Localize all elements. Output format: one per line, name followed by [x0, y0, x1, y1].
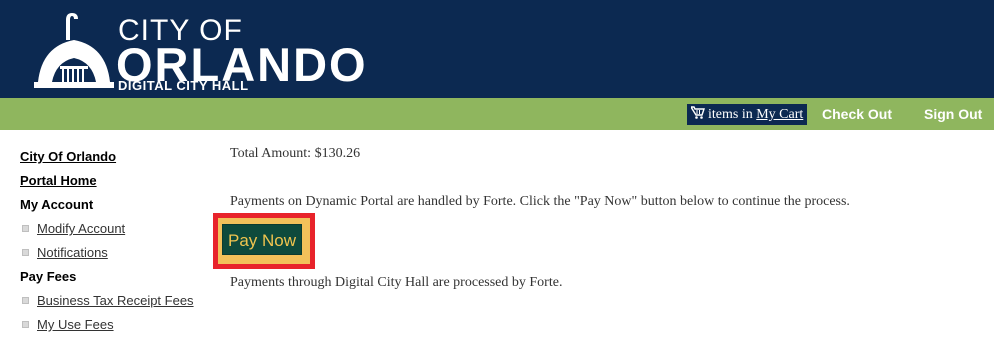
pay-now-button-border: Pay Now — [218, 218, 310, 264]
site-header: CITY OF ORLANDO DIGITAL CITY HALL — [0, 0, 994, 98]
sidebar-item-notifications[interactable]: Notifications — [20, 244, 210, 268]
logo-text-digital-city-hall: DIGITAL CITY HALL — [118, 78, 249, 93]
bullet-icon — [22, 297, 29, 304]
cart-label: items in — [708, 107, 753, 122]
total-amount: Total Amount: $130.26 — [230, 146, 361, 161]
sidebar-heading-my-account: My Account — [20, 197, 94, 212]
sidebar-heading-pay-fees: Pay Fees — [20, 269, 77, 284]
city-logo[interactable]: CITY OF ORLANDO DIGITAL CITY HALL — [26, 10, 366, 95]
sidebar-item-modify-account[interactable]: Modify Account — [20, 220, 210, 244]
my-cart-link[interactable]: My Cart — [756, 107, 803, 122]
sidebar-item-business-tax-receipt-fees[interactable]: Business Tax Receipt Fees — [20, 292, 210, 316]
sidebar-link-city-of-orlando[interactable]: City Of Orlando — [20, 148, 210, 172]
pay-now-highlight: Pay Now — [213, 213, 315, 269]
pay-now-button[interactable]: Pay Now — [222, 224, 302, 255]
cart-widget[interactable]: items in My Cart — [687, 104, 808, 125]
sidebar-item-label: Modify Account — [37, 221, 126, 236]
sidebar: City Of Orlando Portal Home My Account M… — [20, 148, 210, 340]
bullet-icon — [22, 321, 29, 328]
sidebar-item-label: My Use Fees — [37, 317, 114, 332]
bullet-icon — [22, 225, 29, 232]
bullet-icon — [22, 249, 29, 256]
processor-info-text: Payments through Digital City Hall are p… — [230, 275, 563, 290]
sidebar-item-my-use-fees[interactable]: My Use Fees — [20, 316, 210, 340]
sign-out-link[interactable]: Sign Out — [924, 105, 982, 123]
shopping-cart-icon — [691, 106, 705, 119]
sidebar-item-label: Business Tax Receipt Fees — [37, 293, 194, 308]
sidebar-item-label: Notifications — [37, 245, 108, 260]
check-out-link[interactable]: Check Out — [822, 105, 892, 123]
payment-info-text: Payments on Dynamic Portal are handled b… — [230, 194, 850, 209]
city-hall-dome-icon — [34, 13, 114, 88]
sidebar-link-portal-home[interactable]: Portal Home — [20, 172, 210, 196]
